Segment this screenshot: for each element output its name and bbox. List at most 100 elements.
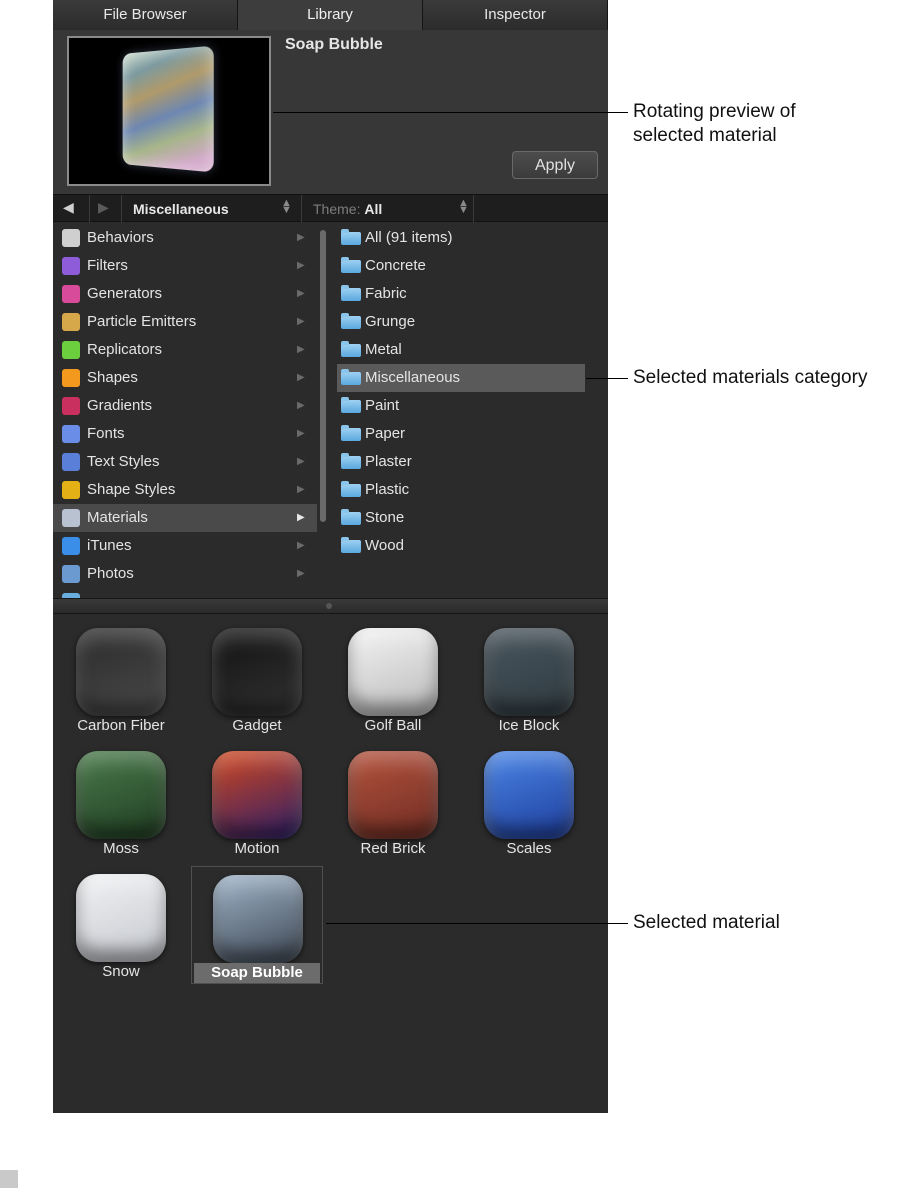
material-item[interactable]: Gadget: [191, 620, 323, 738]
nav-separator: [89, 195, 90, 223]
subcategory-item[interactable]: Paint: [337, 392, 585, 420]
material-swatch: [213, 875, 303, 963]
subcategory-label: Stone: [365, 509, 405, 526]
forward-arrow-icon[interactable]: ▶: [98, 199, 109, 216]
category-item[interactable]: Particle Emitters ▶: [53, 308, 317, 336]
category-item[interactable]: Photos ▶: [53, 560, 317, 588]
shape-style-icon: [62, 481, 80, 499]
gear-icon: [62, 229, 80, 247]
category-label: Text Styles: [87, 453, 160, 470]
material-label: Ice Block: [498, 717, 560, 734]
material-item[interactable]: Red Brick: [327, 743, 459, 861]
category-item[interactable]: [53, 588, 317, 598]
subcategory-item[interactable]: Concrete: [337, 252, 585, 280]
material-label: Gadget: [232, 717, 282, 734]
category-item[interactable]: Materials ▶: [53, 504, 317, 532]
category-item[interactable]: Filters ▶: [53, 252, 317, 280]
category-item[interactable]: Generators ▶: [53, 280, 317, 308]
preview-title: Soap Bubble: [285, 36, 383, 53]
folder-icon: [341, 425, 361, 441]
subcategory-item[interactable]: Stone: [337, 504, 585, 532]
category-label: iTunes: [87, 537, 132, 554]
callout-line-category: [586, 378, 628, 379]
text-style-icon: [62, 453, 80, 471]
replicator-icon: [62, 341, 80, 359]
library-nav-bar: ◀ ▶ Miscellaneous ▲ ▼ Theme: All ▲ ▼: [53, 194, 608, 223]
material-label: Snow: [102, 963, 140, 980]
material-item[interactable]: Ice Block: [463, 620, 595, 738]
subcategory-label: Metal: [365, 341, 402, 358]
category-list: Behaviors ▶ Filters ▶ Generators ▶ Particle Em…: [53, 224, 317, 598]
material-preview: [67, 36, 271, 186]
folder-stepper-icon[interactable]: ▲ ▼: [281, 198, 292, 216]
callout-line-material: [326, 923, 628, 924]
category-item[interactable]: Replicators ▶: [53, 336, 317, 364]
disclosure-arrow-icon: ▶: [297, 568, 305, 579]
category-label: Replicators: [87, 341, 163, 358]
folder-icon: [341, 341, 361, 357]
subcategory-item[interactable]: Plastic: [337, 476, 585, 504]
disclosure-arrow-icon: ▶: [297, 540, 305, 551]
divider-handle-icon[interactable]: [326, 603, 332, 609]
subcategory-label: Wood: [365, 537, 404, 554]
filter-icon: [62, 257, 80, 275]
category-label: Particle Emitters: [87, 313, 197, 330]
material-item[interactable]: Golf Ball: [327, 620, 459, 738]
category-item[interactable]: Shapes ▶: [53, 364, 317, 392]
folder-icon: [341, 537, 361, 553]
material-label: Red Brick: [360, 840, 426, 857]
split-divider[interactable]: [53, 598, 608, 614]
disclosure-arrow-icon: ▶: [297, 316, 305, 327]
category-item[interactable]: Text Styles ▶: [53, 448, 317, 476]
subcategory-item[interactable]: Paper: [337, 420, 585, 448]
material-swatch: [484, 751, 574, 839]
material-item[interactable]: Carbon Fiber: [55, 620, 187, 738]
category-label: Fonts: [87, 425, 125, 442]
tab-bar: File Browser Library Inspector: [53, 0, 608, 30]
tab-library[interactable]: Library: [238, 0, 423, 30]
subcategory-item[interactable]: Fabric: [337, 280, 585, 308]
category-item[interactable]: Shape Styles ▶: [53, 476, 317, 504]
category-label: Materials: [87, 509, 148, 526]
subcategory-item[interactable]: Metal: [337, 336, 585, 364]
material-swatch: [348, 628, 438, 716]
tab-inspector[interactable]: Inspector: [423, 0, 608, 30]
apply-button[interactable]: Apply: [512, 151, 598, 179]
nav-separator: [473, 195, 474, 223]
material-item[interactable]: Soap Bubble: [191, 866, 323, 984]
category-item[interactable]: iTunes ▶: [53, 532, 317, 560]
material-label: Scales: [506, 840, 552, 857]
theme-popup[interactable]: Theme: All: [313, 201, 382, 217]
category-item[interactable]: Gradients ▶: [53, 392, 317, 420]
category-item[interactable]: Behaviors ▶: [53, 224, 317, 252]
subcategory-label: Grunge: [365, 313, 416, 330]
font-icon: [62, 425, 80, 443]
material-grid: Carbon Fiber Gadget Golf Ball Ice Block Moss…: [53, 616, 608, 1113]
material-item[interactable]: Snow: [55, 866, 187, 984]
category-item[interactable]: Fonts ▶: [53, 420, 317, 448]
subcategory-item[interactable]: Grunge: [337, 308, 585, 336]
material-swatch: [484, 628, 574, 716]
callout-category: Selected materials category: [633, 367, 868, 388]
material-item[interactable]: Moss: [55, 743, 187, 861]
material-item[interactable]: Scales: [463, 743, 595, 861]
category-scrollbar[interactable]: [320, 230, 326, 522]
material-icon: [62, 509, 80, 527]
theme-stepper-icon[interactable]: ▲ ▼: [458, 198, 469, 216]
folder-popup[interactable]: Miscellaneous: [133, 201, 229, 217]
disclosure-arrow-icon: ▶: [297, 288, 305, 299]
material-swatch: [212, 751, 302, 839]
subcategory-item[interactable]: All (91 items): [337, 224, 585, 252]
callout-material: Selected material: [633, 912, 780, 933]
folder-icon: [341, 453, 361, 469]
material-item[interactable]: Motion: [191, 743, 323, 861]
subcategory-label: Plaster: [365, 453, 412, 470]
subcategory-label: Plastic: [365, 481, 410, 498]
subcategory-item[interactable]: Plaster: [337, 448, 585, 476]
tab-file-browser[interactable]: File Browser: [53, 0, 238, 30]
disclosure-arrow-icon: ▶: [297, 260, 305, 271]
subcategory-item[interactable]: Wood: [337, 532, 585, 560]
material-swatch: [76, 628, 166, 716]
back-arrow-icon[interactable]: ◀: [63, 199, 74, 216]
subcategory-item[interactable]: Miscellaneous: [337, 364, 585, 392]
